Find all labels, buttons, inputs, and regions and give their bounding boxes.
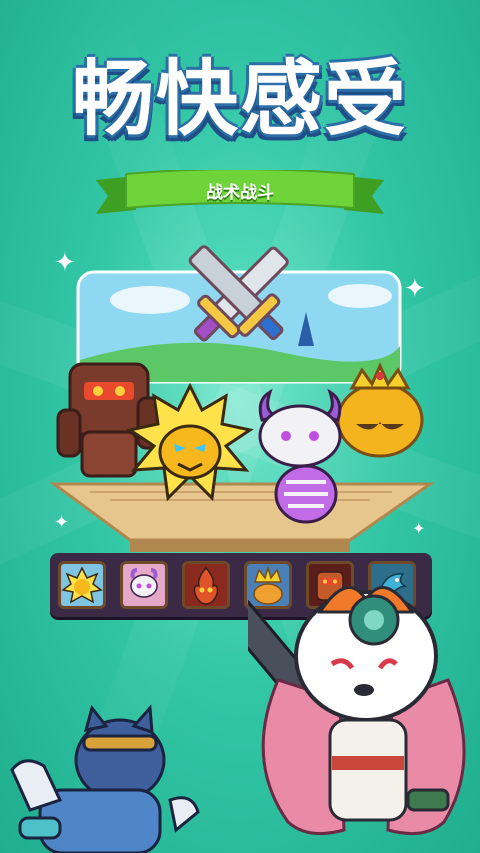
hero-slot-bone-dragon[interactable]: [120, 561, 168, 609]
subtitle-label: 战术战斗: [206, 183, 274, 203]
blue-cat-warrior-character: [10, 704, 200, 853]
battle-scene: [49, 245, 435, 552]
flame-spirit-portrait-icon: [185, 564, 227, 606]
battle-board: [49, 482, 435, 552]
lightning-lion-portrait-icon: [61, 564, 103, 606]
fox-mask-warrior-character: [248, 586, 466, 836]
hero-slot-flame-spirit[interactable]: [182, 561, 230, 609]
hero-slot-lightning-lion[interactable]: [58, 561, 106, 609]
promo-title: 畅快感受: [71, 52, 408, 147]
bone-dragon-portrait-icon: [123, 564, 165, 606]
game-promo-screen: 畅快感受 战术战斗 ✦ ✦ ✦ ✦: [0, 0, 480, 853]
